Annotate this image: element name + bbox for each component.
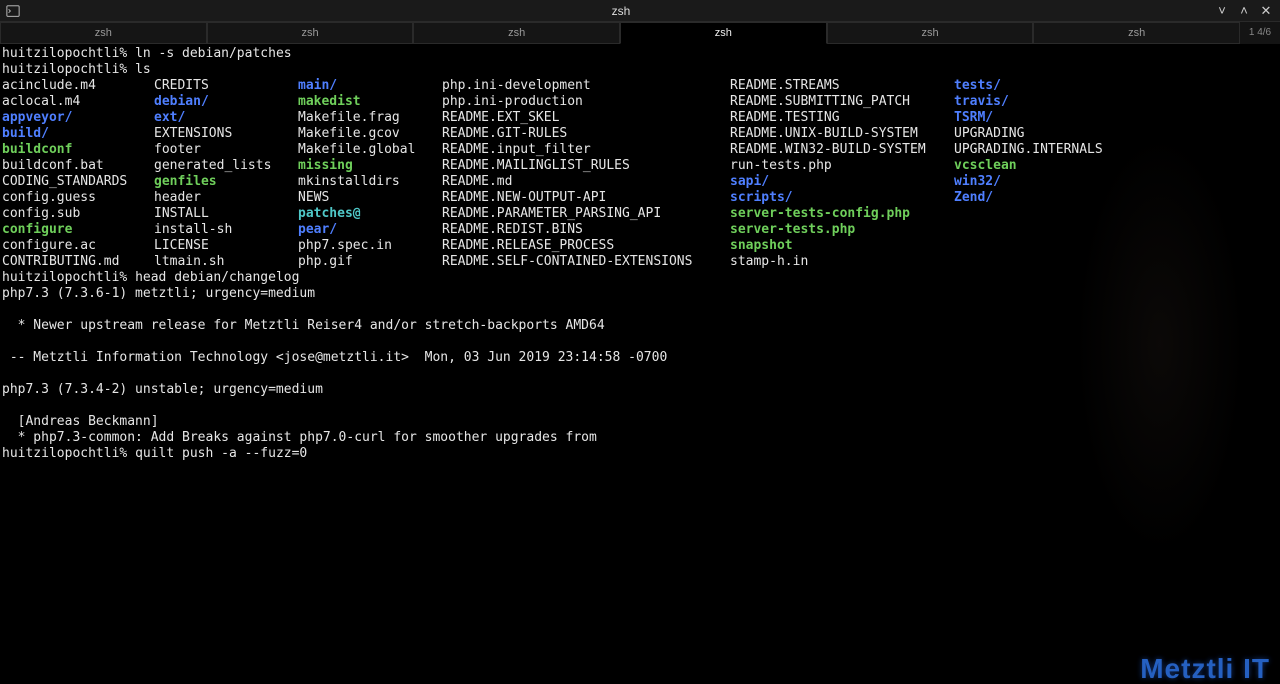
terminal-output[interactable]: huitzilopochtli% ln -s debian/patcheshui… — [0, 44, 1280, 464]
tab-bar: zshzshzshzshzshzsh 1 4/6 — [0, 22, 1280, 44]
window-titlebar: zsh ˅ ˄ ✕ — [0, 0, 1280, 22]
maximize-button[interactable]: ˄ — [1236, 3, 1252, 19]
terminal-line: buildconf.batgenerated_listsmissingREADM… — [2, 158, 1278, 174]
terminal-line: configureinstall-shpear/README.REDIST.BI… — [2, 222, 1278, 238]
minimize-button[interactable]: ˅ — [1214, 3, 1230, 19]
tab-1[interactable]: zsh — [207, 22, 414, 44]
terminal-line — [2, 366, 1278, 382]
tab-counter: 1 4/6 — [1240, 22, 1280, 44]
tab-5[interactable]: zsh — [1033, 22, 1240, 44]
tab-2[interactable]: zsh — [413, 22, 620, 44]
terminal-line: huitzilopochtli% quilt push -a --fuzz=0 — [2, 446, 1278, 462]
tab-4[interactable]: zsh — [827, 22, 1034, 44]
terminal-line: CODING_STANDARDSgenfilesmkinstalldirsREA… — [2, 174, 1278, 190]
terminal-line: php7.3 (7.3.4-2) unstable; urgency=mediu… — [2, 382, 1278, 398]
terminal-line: -- Metztli Information Technology <jose@… — [2, 350, 1278, 366]
terminal-line: configure.acLICENSEphp7.spec.inREADME.RE… — [2, 238, 1278, 254]
terminal-line: huitzilopochtli% head debian/changelog — [2, 270, 1278, 286]
terminal-line: appveyor/ext/Makefile.fragREADME.EXT_SKE… — [2, 110, 1278, 126]
terminal-line: php7.3 (7.3.6-1) metztli; urgency=medium — [2, 286, 1278, 302]
terminal-line — [2, 302, 1278, 318]
tab-3[interactable]: zsh — [620, 22, 827, 44]
watermark-logo: Metztli IT — [1140, 661, 1270, 677]
terminal-line: * php7.3-common: Add Breaks against php7… — [2, 430, 1278, 446]
terminal-line — [2, 398, 1278, 414]
terminal-line: aclocal.m4debian/makedistphp.ini-product… — [2, 94, 1278, 110]
terminal-line: * Newer upstream release for Metztli Rei… — [2, 318, 1278, 334]
terminal-line: config.subINSTALLpatches@README.PARAMETE… — [2, 206, 1278, 222]
tab-0[interactable]: zsh — [0, 22, 207, 44]
terminal-line: buildconffooterMakefile.globalREADME.inp… — [2, 142, 1278, 158]
terminal-line: huitzilopochtli% ln -s debian/patches — [2, 46, 1278, 62]
close-button[interactable]: ✕ — [1258, 3, 1274, 19]
terminal-line — [2, 334, 1278, 350]
terminal-line: [Andreas Beckmann] — [2, 414, 1278, 430]
terminal-line: CONTRIBUTING.mdltmain.shphp.gifREADME.SE… — [2, 254, 1278, 270]
window-title: zsh — [28, 3, 1214, 19]
terminal-line: build/EXTENSIONSMakefile.gcovREADME.GIT-… — [2, 126, 1278, 142]
terminal-line: acinclude.m4CREDITSmain/php.ini-developm… — [2, 78, 1278, 94]
terminal-icon — [6, 4, 20, 18]
terminal-line: huitzilopochtli% ls — [2, 62, 1278, 78]
terminal-line: config.guessheaderNEWSREADME.NEW-OUTPUT-… — [2, 190, 1278, 206]
